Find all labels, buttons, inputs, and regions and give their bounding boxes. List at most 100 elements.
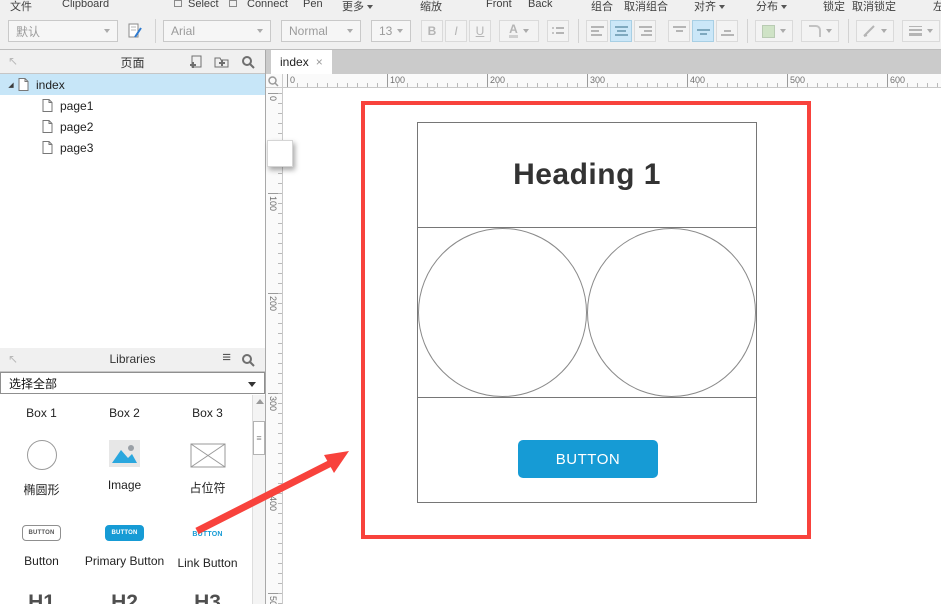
menu-item-group[interactable]: 组合: [591, 0, 613, 14]
heading-widget[interactable]: Heading 1: [513, 158, 661, 192]
fill-color-button[interactable]: [755, 20, 793, 42]
align-center-icon: [615, 26, 628, 37]
add-page-icon[interactable]: [189, 55, 203, 73]
menu-item-distribute[interactable]: 分布: [756, 0, 787, 14]
align-center-button[interactable]: [610, 20, 632, 42]
selection-mode-contain-icon[interactable]: [229, 0, 237, 7]
menu-item-clipboard[interactable]: Clipboard: [62, 0, 109, 10]
library-item-label: 椭圆形: [0, 481, 83, 498]
fill-color-swatch: [762, 25, 775, 38]
dropdown-caret-icon: [719, 5, 725, 9]
bullet-list-button[interactable]: [547, 20, 569, 42]
ruler-label: 600: [887, 74, 905, 87]
menu-item-unlock[interactable]: 取消锁定: [852, 0, 896, 14]
libraries-scrollbar[interactable]: ≡: [252, 395, 265, 604]
scroll-up-icon[interactable]: [256, 399, 264, 404]
menu-item-front[interactable]: Front: [486, 0, 512, 10]
add-folder-icon[interactable]: [214, 55, 229, 72]
valign-middle-button[interactable]: [692, 20, 714, 42]
selection-mode-icon[interactable]: [174, 0, 182, 7]
tab-close-icon[interactable]: ×: [316, 55, 323, 69]
library-item-h2[interactable]: H2: [83, 591, 166, 604]
menu-item-zoom[interactable]: 缩放: [420, 0, 442, 14]
menu-item-more[interactable]: 更多: [342, 0, 373, 14]
line-color-button[interactable]: [856, 20, 894, 42]
align-right-icon: [639, 26, 652, 37]
hamburger-menu-icon[interactable]: ≡: [222, 350, 231, 366]
underline-button[interactable]: U: [469, 20, 491, 42]
bullet-list-icon: [551, 25, 565, 37]
ruler-label: 500: [268, 593, 278, 604]
page-tree-label: page1: [60, 99, 93, 113]
line-width-icon: [909, 24, 922, 38]
corner-radius-button[interactable]: [801, 20, 839, 42]
font-weight-select[interactable]: Normal: [281, 20, 361, 42]
pages-tree: ◢ index page1 page2 page3: [0, 74, 265, 158]
primary-button-widget[interactable]: BUTTON: [518, 440, 658, 478]
library-item-box1[interactable]: Box 1: [0, 406, 83, 420]
edit-style-icon[interactable]: [124, 20, 146, 42]
ellipse-widget-right[interactable]: [587, 228, 756, 397]
font-family-select[interactable]: Arial: [163, 20, 271, 42]
placeholder-thumbnail-icon: [190, 443, 226, 468]
horizontal-ruler: 0 100 200 300 400 500 600: [283, 74, 941, 88]
ruler-label: 0: [268, 93, 278, 101]
menu-item-file[interactable]: 文件: [10, 0, 32, 14]
dropdown-caret-icon: [257, 29, 263, 33]
menu-item-lock[interactable]: 锁定: [823, 0, 845, 14]
page-icon: [42, 120, 53, 133]
ellipse-widget-left[interactable]: [418, 228, 587, 397]
library-item-placeholder[interactable]: 占位符: [166, 443, 249, 496]
menu-item-back[interactable]: Back: [528, 0, 552, 10]
library-item-link-button[interactable]: BUTTON Link Button: [166, 525, 249, 570]
align-right-button[interactable]: [634, 20, 656, 42]
font-size-select[interactable]: 13: [371, 20, 411, 42]
menu-item-pen[interactable]: Pen: [303, 0, 323, 10]
page-tree-item-page3[interactable]: page3: [0, 137, 265, 158]
wireframe-heading-section[interactable]: Heading 1: [418, 123, 756, 228]
corner-radius-icon: [809, 25, 821, 37]
library-item-button[interactable]: BUTTON Button: [0, 523, 83, 568]
canvas-floating-box[interactable]: [267, 140, 293, 167]
widget-style-select[interactable]: 默认: [8, 20, 118, 42]
library-item-primary-button[interactable]: BUTTON Primary Button: [83, 523, 166, 568]
menu-item-select[interactable]: Select: [188, 0, 219, 10]
wireframe-container-box[interactable]: Heading 1 BUTTON: [417, 122, 757, 503]
scrollbar-thumb[interactable]: ≡: [253, 421, 265, 455]
tab-index[interactable]: index ×: [271, 50, 332, 74]
page-tree-item-page1[interactable]: page1: [0, 95, 265, 116]
bold-button[interactable]: B: [421, 20, 443, 42]
wireframe-button-section[interactable]: BUTTON: [418, 398, 756, 502]
library-item-box3[interactable]: Box 3: [166, 406, 249, 420]
menu-item-connect[interactable]: Connect: [247, 0, 288, 10]
design-canvas[interactable]: Heading 1 BUTTON: [283, 88, 941, 604]
menu-item-align[interactable]: 对齐: [694, 0, 725, 14]
dropdown-caret-icon: [397, 29, 403, 33]
library-item-image[interactable]: Image: [83, 440, 166, 492]
search-icon[interactable]: [241, 353, 255, 371]
wireframe-circles-section[interactable]: [418, 228, 756, 398]
valign-bottom-button[interactable]: [716, 20, 738, 42]
library-filter-select[interactable]: 选择全部: [0, 372, 265, 394]
library-item-h1[interactable]: H1: [0, 591, 83, 604]
valign-top-button[interactable]: [668, 20, 690, 42]
menu-item-ungroup[interactable]: 取消组合: [624, 0, 668, 14]
line-width-button[interactable]: [902, 20, 940, 42]
menu-item-clipped[interactable]: 左: [933, 0, 941, 14]
valign-middle-icon: [697, 26, 710, 37]
search-icon[interactable]: [241, 55, 255, 73]
page-icon: [42, 99, 53, 112]
pen-icon: [863, 25, 876, 37]
tree-expand-icon[interactable]: ◢: [4, 81, 18, 89]
toolbar-separator: [848, 19, 849, 43]
library-item-ellipse[interactable]: 椭圆形: [0, 440, 83, 498]
font-color-button[interactable]: A: [499, 20, 539, 42]
page-tree-item-page2[interactable]: page2: [0, 116, 265, 137]
page-tree-item-index[interactable]: ◢ index: [0, 74, 265, 95]
align-left-button[interactable]: [586, 20, 608, 42]
italic-button[interactable]: I: [445, 20, 467, 42]
library-item-h3[interactable]: H3: [166, 591, 249, 604]
ruler-corner[interactable]: [266, 74, 283, 88]
format-toolbar: 默认 Arial Normal 13 B I U A: [0, 13, 941, 50]
library-item-box2[interactable]: Box 2: [83, 406, 166, 420]
